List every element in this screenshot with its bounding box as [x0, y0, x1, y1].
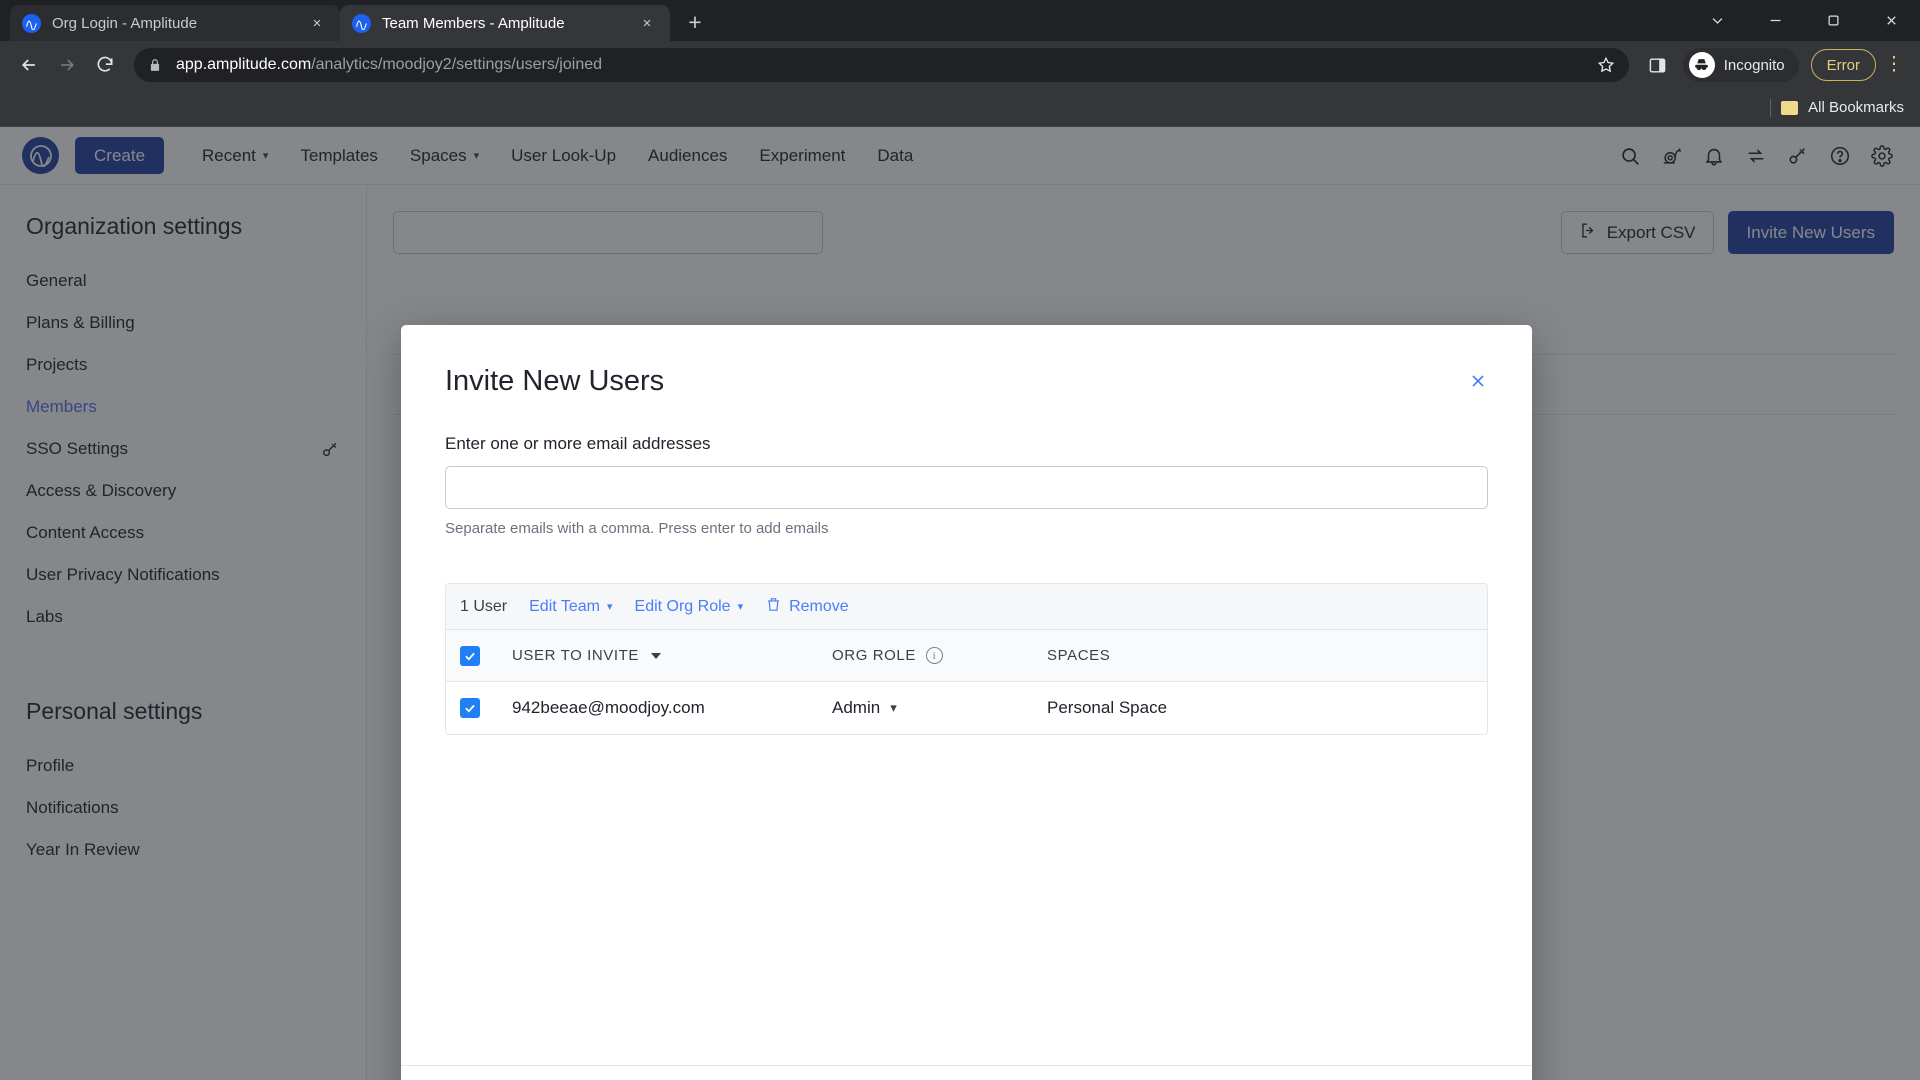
modal-footer: Questions on how to set and edit user pe…: [401, 1065, 1532, 1080]
error-badge[interactable]: Error: [1810, 49, 1876, 81]
close-tab-icon[interactable]: ×: [306, 12, 328, 34]
edit-team-label: Edit Team: [529, 597, 600, 615]
url-domain: app.amplitude.com: [176, 56, 312, 73]
modal-body: Invite New Users Enter one or more email…: [401, 325, 1532, 1065]
chevron-down-icon[interactable]: [1688, 0, 1746, 41]
browser-tab-title: Team Members - Amplitude: [382, 14, 565, 32]
trash-icon: [765, 596, 782, 618]
row-role-label: Admin: [832, 698, 881, 717]
url-path: /analytics/moodjoy2/settings/users/joine…: [311, 56, 603, 73]
invite-table-header-row: USER TO INVITE ORG ROLE i SPACES: [446, 630, 1487, 682]
column-header-label: ORG ROLE: [832, 647, 916, 664]
side-panel-icon[interactable]: [1641, 48, 1675, 82]
column-header-spaces: SPACES: [1047, 647, 1111, 664]
close-tab-icon[interactable]: ×: [636, 12, 658, 34]
incognito-label: Incognito: [1723, 56, 1785, 74]
incognito-icon: [1688, 52, 1715, 78]
divider: [1770, 98, 1772, 117]
edit-org-role-label: Edit Org Role: [634, 597, 731, 615]
amplitude-favicon-icon: [22, 13, 41, 33]
browser-tab-title: Org Login - Amplitude: [52, 14, 198, 32]
bookmark-star-icon[interactable]: [1585, 56, 1615, 74]
chevron-down-icon: ▾: [606, 601, 613, 613]
browser-window: Org Login - Amplitude × Team Members - A…: [0, 0, 1920, 1080]
select-all-checkbox[interactable]: [460, 645, 480, 666]
address-bar-url: app.amplitude.com/analytics/moodjoy2/set…: [176, 56, 602, 74]
chevron-down-icon: ▾: [737, 601, 744, 613]
address-bar[interactable]: app.amplitude.com/analytics/moodjoy2/set…: [134, 48, 1629, 82]
incognito-indicator[interactable]: Incognito: [1682, 48, 1799, 82]
invite-users-table: 1 User Edit Team ▾ Edit Org Role ▾ Remov…: [445, 583, 1488, 735]
minimize-window-icon[interactable]: [1746, 0, 1804, 41]
invite-table-toolbar: 1 User Edit Team ▾ Edit Org Role ▾ Remov…: [446, 584, 1487, 630]
user-count-label: 1 User: [460, 597, 508, 615]
close-icon[interactable]: [1464, 367, 1492, 395]
lock-icon: [148, 57, 162, 73]
email-field-hint: Separate emails with a comma. Press ente…: [445, 520, 829, 537]
browser-tab-2[interactable]: Team Members - Amplitude ×: [340, 5, 670, 41]
column-header-label: USER TO INVITE: [512, 647, 640, 664]
remove-button[interactable]: Remove: [765, 596, 849, 618]
amplitude-favicon-icon: [352, 13, 371, 33]
all-bookmarks-label[interactable]: All Bookmarks: [1808, 99, 1904, 116]
back-button-icon[interactable]: [12, 48, 46, 82]
reload-button-icon[interactable]: [88, 48, 122, 82]
info-icon[interactable]: i: [925, 647, 943, 664]
email-input[interactable]: [445, 466, 1488, 509]
row-email: 942beeae@moodjoy.com: [512, 698, 705, 717]
edit-team-dropdown[interactable]: Edit Team ▾: [529, 598, 612, 616]
browser-menu-icon[interactable]: ⋮: [1880, 48, 1908, 82]
folder-icon: [1781, 100, 1799, 115]
invite-new-users-modal: Invite New Users Enter one or more email…: [401, 325, 1532, 1080]
column-header-user-to-invite[interactable]: USER TO INVITE: [512, 647, 832, 664]
email-field-label: Enter one or more email addresses: [445, 434, 711, 453]
page-content: Create Recent ▾ Templates Spaces ▾ User …: [0, 127, 1920, 1080]
modal-title: Invite New Users: [445, 365, 665, 397]
close-window-icon[interactable]: [1862, 0, 1920, 41]
browser-toolbar: app.amplitude.com/analytics/moodjoy2/set…: [0, 41, 1920, 89]
edit-org-role-dropdown[interactable]: Edit Org Role ▾: [635, 598, 744, 616]
window-controls: [1688, 0, 1920, 41]
sort-descending-icon: [651, 652, 662, 659]
bookmarks-bar: All Bookmarks: [0, 89, 1920, 127]
column-header-org-role: ORG ROLE i: [832, 647, 1047, 664]
chevron-down-icon: ▾: [890, 700, 897, 715]
row-role-dropdown[interactable]: Admin ▾: [832, 698, 1047, 718]
maximize-window-icon[interactable]: [1804, 0, 1862, 41]
browser-tab-1[interactable]: Org Login - Amplitude ×: [10, 5, 340, 41]
new-tab-button[interactable]: +: [678, 5, 712, 39]
row-spaces: Personal Space: [1047, 698, 1168, 717]
forward-button-icon[interactable]: [50, 48, 84, 82]
table-row[interactable]: 942beeae@moodjoy.com Admin ▾ Personal Sp…: [446, 682, 1487, 734]
tab-strip: Org Login - Amplitude × Team Members - A…: [0, 0, 1920, 41]
remove-label: Remove: [789, 597, 849, 615]
row-checkbox[interactable]: [460, 698, 480, 718]
